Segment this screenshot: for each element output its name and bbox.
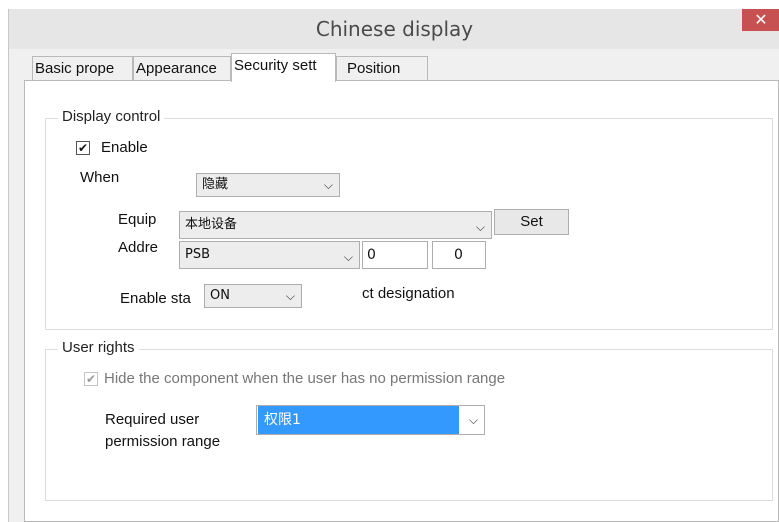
check-icon: ✔	[85, 372, 97, 386]
address-field-2[interactable]: 0	[432, 241, 486, 269]
permission-range-value: 权限1	[258, 406, 459, 434]
tab-position[interactable]: Position	[336, 56, 428, 80]
when-select[interactable]: 隐藏 ⌵	[196, 173, 340, 197]
window-title: Chinese display	[315, 17, 474, 41]
enable-label: Enable	[101, 139, 148, 156]
address-type-select[interactable]: PSB ⌵	[179, 241, 360, 269]
required-permission-label-line1: Required user	[105, 411, 200, 428]
user-rights-legend: User rights	[58, 339, 139, 356]
address-type-value: PSB	[185, 247, 211, 262]
when-label: When	[80, 169, 120, 186]
enable-state-value: ON	[210, 288, 230, 303]
tab-security-settings[interactable]: Security sett	[231, 53, 336, 82]
chevron-down-icon: ⌵	[285, 289, 295, 303]
title-bar[interactable]: Chinese display ✕	[9, 9, 779, 49]
chevron-down-icon: ⌵	[343, 250, 353, 264]
hide-component-label: Hide the component when the user has no …	[104, 370, 506, 387]
hide-component-checkbox[interactable]: ✔	[84, 372, 98, 386]
close-icon[interactable]: ✕	[742, 9, 779, 31]
addre-label: Addre	[118, 239, 159, 256]
enable-state-select[interactable]: ON ⌵	[204, 284, 302, 308]
set-button[interactable]: Set	[494, 209, 569, 235]
tab-basic-properties[interactable]: Basic prope	[32, 56, 133, 80]
enable-state-label: Enable sta	[120, 290, 191, 307]
equip-value: 本地设备	[185, 217, 238, 232]
address-field-1[interactable]: 0	[362, 241, 428, 269]
when-value: 隐藏	[202, 177, 229, 192]
designation-text: ct designation	[362, 285, 455, 302]
chevron-down-icon: ⌵	[323, 178, 333, 192]
check-icon: ✔	[77, 141, 89, 155]
chevron-down-icon: ⌵	[475, 220, 485, 234]
display-control-legend: Display control	[58, 108, 165, 125]
chevron-down-icon: ⌵	[468, 413, 478, 427]
equip-label: Equip	[118, 211, 157, 228]
equip-select[interactable]: 本地设备 ⌵	[179, 211, 492, 239]
tab-appearance[interactable]: Appearance	[133, 56, 231, 80]
required-permission-label-line2: permission range	[105, 433, 221, 450]
enable-checkbox[interactable]: ✔	[76, 141, 90, 155]
